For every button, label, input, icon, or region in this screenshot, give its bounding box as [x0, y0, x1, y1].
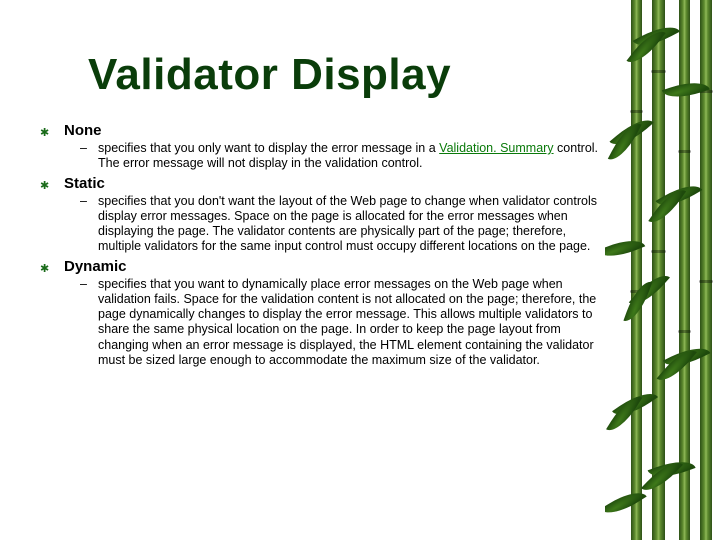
content-area: Validator Display None specifies that yo…: [40, 52, 600, 371]
item-heading: Dynamic: [64, 258, 600, 275]
bamboo-decoration: [605, 0, 720, 540]
validation-summary-link[interactable]: Validation. Summary: [439, 141, 553, 155]
page-title: Validator Display: [88, 52, 600, 98]
list-item: None specifies that you only want to dis…: [40, 122, 600, 172]
item-description: specifies that you want to dynamically p…: [80, 277, 600, 369]
item-description: specifies that you only want to display …: [80, 141, 600, 172]
list-item: Static specifies that you don't want the…: [40, 175, 600, 255]
item-heading: None: [64, 122, 600, 139]
item-heading: Static: [64, 175, 600, 192]
item-description: specifies that you don't want the layout…: [80, 194, 600, 255]
bullet-list: None specifies that you only want to dis…: [40, 122, 600, 368]
slide: Validator Display None specifies that yo…: [0, 0, 720, 540]
list-item: Dynamic specifies that you want to dynam…: [40, 258, 600, 369]
